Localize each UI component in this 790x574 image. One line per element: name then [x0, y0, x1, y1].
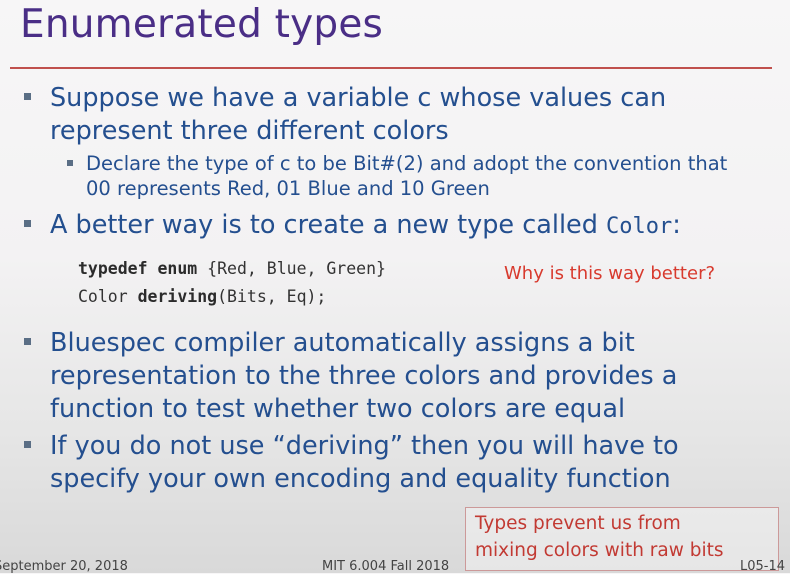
footer-date: September 20, 2018 [0, 559, 128, 574]
code-keyword-enum: enum [157, 259, 198, 278]
bullet-1-text: Suppose we have a variable c whose value… [50, 83, 667, 146]
bullet-2-text: A better way is to create a new type cal… [50, 210, 607, 240]
question-annotation: Why is this way better? [504, 263, 716, 284]
slide-title: Enumerated types [20, 2, 384, 47]
bullet-1: Suppose we have a variable c whose value… [24, 82, 740, 148]
type-name-color: Color [606, 214, 673, 239]
bullet-3: Bluespec compiler automatically assigns … [24, 327, 750, 426]
bullet-square-icon [24, 93, 31, 100]
code-block: typedef enum {Red, Blue, Green} Color de… [78, 255, 386, 311]
bullet-4: If you do not use “deriving” then you wi… [24, 430, 750, 496]
bullet-4-text: If you do not use “deriving” then you wi… [50, 431, 679, 494]
bullet-square-icon [24, 441, 31, 448]
bullet-square-icon [24, 220, 31, 227]
bullet-3-text: Bluespec compiler automatically assigns … [50, 328, 678, 424]
sub-bullet-1: Declare the type of c to be Bit#(2) and … [67, 151, 756, 201]
footer-page-number: L05-14 [740, 559, 786, 574]
bullet-2-colon: : [672, 210, 681, 240]
code-keyword-deriving: deriving [137, 287, 218, 306]
callout-text: Types prevent us from mixing colors with… [475, 513, 724, 561]
bullet-2: A better way is to create a new type cal… [24, 209, 770, 243]
sub-bullet-square-icon [67, 160, 73, 166]
title-divider [10, 67, 772, 69]
code-line1-rest: {Red, Blue, Green} [197, 259, 386, 278]
code-keyword-typedef: typedef [78, 259, 148, 278]
code-line2-type: Color [78, 287, 138, 306]
sub-bullet-1-text: Declare the type of c to be Bit#(2) and … [86, 152, 728, 200]
bullet-square-icon [24, 338, 31, 345]
footer-course: MIT 6.004 Fall 2018 [322, 559, 450, 574]
code-line2-rest: (Bits, Eq); [217, 287, 327, 306]
